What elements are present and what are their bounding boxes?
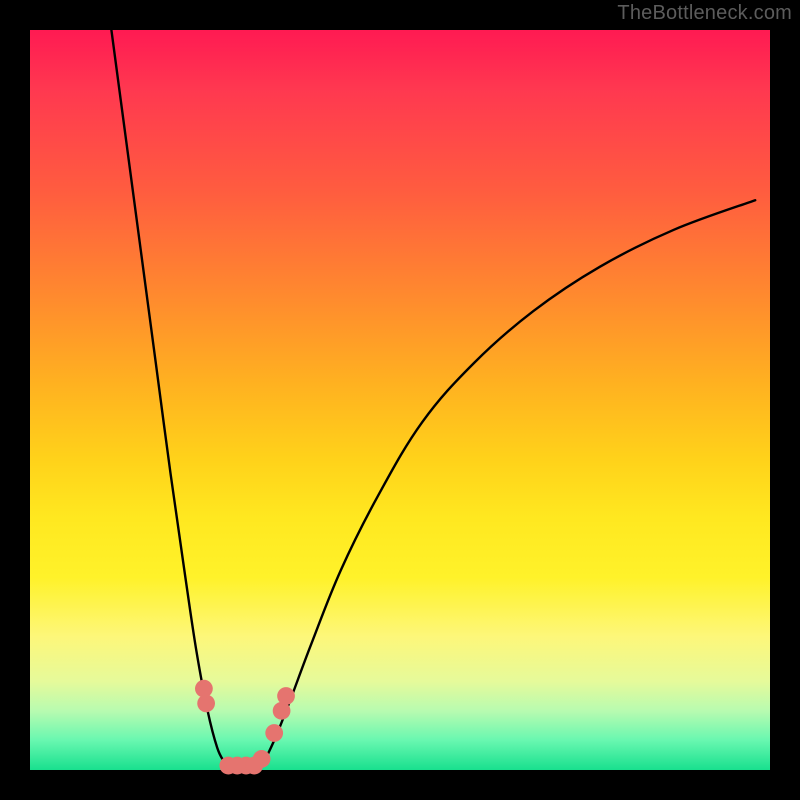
marker-dot	[253, 750, 271, 768]
curve-right-curve	[256, 200, 756, 770]
marker-dot	[265, 724, 283, 742]
series-group	[111, 30, 755, 770]
curve-layer	[30, 30, 770, 770]
watermark-text: TheBottleneck.com	[617, 2, 792, 25]
marker-dot	[197, 695, 215, 713]
plot-area	[30, 30, 770, 770]
curve-left-curve	[111, 30, 229, 770]
marker-group	[195, 680, 295, 775]
chart-frame: TheBottleneck.com	[0, 0, 800, 800]
marker-dot	[277, 687, 295, 705]
